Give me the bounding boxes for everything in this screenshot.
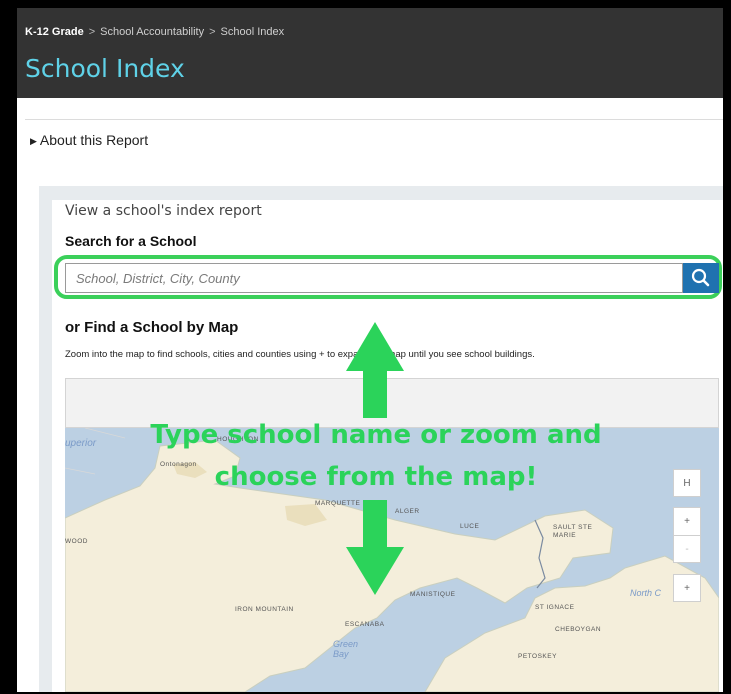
search-label: Search for a School — [65, 233, 197, 249]
map-label-iron-mountain: IRON MOUNTAIN — [235, 606, 294, 613]
map-help-text: Zoom into the map to find schools, citie… — [65, 349, 535, 360]
breadcrumb-item-k12[interactable]: K-12 Grade — [25, 26, 84, 38]
page-header: K-12 Grade > School Accountability > School … — [17, 8, 723, 98]
caret-right-icon: ▶ — [30, 136, 37, 146]
map-label-st-ignace: ST IGNACE — [535, 604, 575, 611]
overlay-instruction-line1: Type school name or zoom and — [150, 420, 602, 450]
map-heading: or Find a School by Map — [65, 319, 239, 336]
search-button[interactable] — [683, 263, 719, 293]
map-label-manistique: MANISTIQUE — [410, 591, 456, 598]
map-expand-button[interactable]: + — [673, 574, 701, 602]
map-label-marquette: MARQUETTE — [315, 500, 361, 507]
map-label-cheboygan: CHEBOYGAN — [555, 626, 602, 633]
breadcrumb-item-accountability[interactable]: School Accountability — [100, 26, 204, 38]
zoom-in-button[interactable]: + — [673, 507, 701, 535]
page-title: School Index — [25, 54, 185, 83]
breadcrumb-separator: > — [88, 26, 96, 38]
map-label-north: North C — [630, 588, 662, 598]
breadcrumb-item-school-index: School Index — [220, 26, 285, 38]
map-label-luce: LUCE — [460, 523, 480, 530]
view-report-text: View a school's index report — [65, 203, 262, 219]
about-report-label: About this Report — [39, 132, 149, 148]
divider — [25, 119, 723, 120]
map-label-sault: SAULT STE MARIE — [553, 524, 593, 539]
breadcrumb-separator: > — [209, 26, 216, 38]
search-input[interactable] — [65, 263, 683, 293]
breadcrumb: K-12 Grade > School Accountability > School … — [25, 26, 284, 38]
map-label-petoskey: PETOSKEY — [518, 653, 557, 660]
map-label-wood: WOOD — [65, 538, 88, 545]
map-label-green-bay: Green Bay — [333, 639, 359, 659]
about-report-toggle[interactable]: ▶ About this Report — [30, 132, 148, 148]
overlay-instruction-line2: choose from the map! — [214, 462, 538, 492]
map-home-button[interactable]: H — [673, 469, 701, 497]
map-label-alger: ALGER — [395, 508, 420, 515]
search-icon — [691, 268, 710, 287]
zoom-out-button[interactable]: - — [673, 535, 701, 563]
map-label-escanaba: ESCANABA — [345, 621, 385, 628]
